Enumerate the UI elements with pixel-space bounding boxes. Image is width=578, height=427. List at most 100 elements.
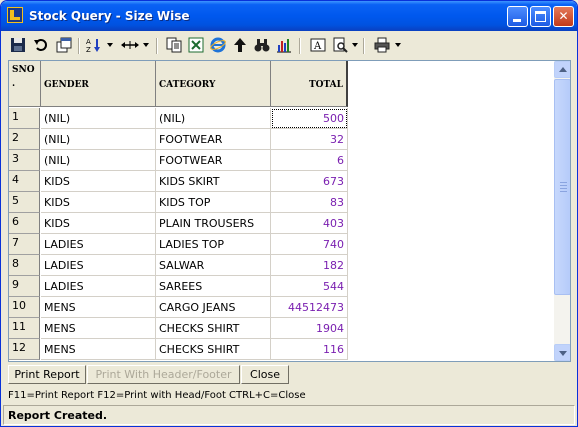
row-number-label: 11 (12, 320, 26, 333)
sort-icon[interactable]: AZ (85, 37, 103, 55)
total-cell[interactable]: 544 (271, 276, 348, 297)
scroll-up-button[interactable] (554, 61, 570, 78)
grip-line (560, 191, 567, 192)
total-cell[interactable]: 673 (271, 171, 348, 192)
category-cell[interactable]: FOOTWEAR (156, 129, 271, 150)
up-arrow-icon[interactable] (231, 37, 249, 55)
total-cell[interactable]: 116 (271, 339, 348, 360)
row-number[interactable]: 6 (9, 213, 40, 234)
category-cell-value: CHECKS SHIRT (159, 322, 240, 335)
total-cell-value: 182 (323, 259, 344, 272)
maximize-button[interactable] (530, 6, 551, 27)
row-number[interactable]: 10 (9, 297, 40, 318)
total-cell[interactable]: 6 (271, 150, 348, 171)
gender-cell[interactable]: KIDS (41, 213, 156, 234)
total-cell[interactable]: 32 (271, 129, 348, 150)
gender-cell[interactable]: LADIES (41, 276, 156, 297)
grip-line (560, 182, 567, 183)
category-cell[interactable]: KIDS TOP (156, 192, 271, 213)
gender-cell[interactable]: LADIES (41, 234, 156, 255)
gender-cell[interactable]: MENS (41, 318, 156, 339)
category-cell[interactable]: PLAIN TROUSERS (156, 213, 271, 234)
gender-cell[interactable]: KIDS (41, 192, 156, 213)
print-report-button[interactable]: Print Report (8, 365, 86, 384)
row-number[interactable]: 11 (9, 318, 40, 339)
vertical-scrollbar[interactable] (554, 61, 570, 361)
total-cell[interactable]: 1904 (271, 318, 348, 339)
row-number-label: 1 (12, 110, 19, 123)
column-width-icon[interactable] (119, 37, 141, 55)
category-cell-value: KIDS TOP (159, 196, 211, 209)
row-number-label: 9 (12, 278, 19, 291)
column-width-dropdown-icon[interactable] (143, 43, 149, 47)
row-number[interactable]: 2 (9, 129, 40, 150)
column-header-gender[interactable]: GENDER (41, 61, 156, 107)
printer-dropdown-icon[interactable] (395, 43, 401, 47)
gender-cell[interactable]: KIDS (41, 171, 156, 192)
category-cell[interactable]: SALWAR (156, 255, 271, 276)
row-number[interactable]: 12 (9, 339, 40, 360)
close-button[interactable]: Close (241, 365, 289, 384)
copy-window-icon[interactable] (55, 37, 73, 55)
column-header-category[interactable]: CATEGORY (156, 61, 271, 107)
category-cell[interactable]: FOOTWEAR (156, 150, 271, 171)
gender-cell-value: MENS (44, 343, 76, 356)
row-number[interactable]: 5 (9, 192, 40, 213)
total-cell-value: 403 (323, 217, 344, 230)
data-grid[interactable]: SNO . GENDER CATEGORY TOTAL 1 (NIL) (NIL) 5… (8, 60, 571, 362)
internet-explorer-icon[interactable] (209, 37, 227, 55)
gender-cell[interactable]: (NIL) (41, 108, 156, 129)
sort-dropdown-icon[interactable] (107, 43, 113, 47)
total-cell[interactable]: 500 (271, 108, 348, 129)
category-cell[interactable]: LADIES TOP (156, 234, 271, 255)
find-icon[interactable] (253, 37, 271, 55)
total-cell[interactable]: 83 (271, 192, 348, 213)
total-cell-value: 116 (323, 343, 344, 356)
copy-icon[interactable] (165, 37, 183, 55)
row-number[interactable]: 8 (9, 255, 40, 276)
minimize-button[interactable] (507, 6, 528, 27)
total-cell[interactable]: 182 (271, 255, 348, 276)
gender-cell[interactable]: LADIES (41, 255, 156, 276)
row-number[interactable]: 9 (9, 276, 40, 297)
print-preview-icon[interactable] (331, 37, 349, 55)
gender-cell-value: LADIES (44, 238, 84, 251)
category-cell[interactable]: CHECKS SHIRT (156, 339, 271, 360)
close-window-button[interactable]: ✕ (553, 6, 574, 27)
chart-icon[interactable] (275, 37, 293, 55)
total-cell[interactable]: 44512473 (271, 297, 348, 318)
gender-cell[interactable]: MENS (41, 297, 156, 318)
scroll-thumb[interactable] (554, 79, 570, 295)
print-with-header-footer-button[interactable]: Print With Header/Footer (87, 365, 240, 384)
column-header-sno[interactable]: SNO . (9, 61, 41, 107)
gender-cell[interactable]: (NIL) (41, 129, 156, 150)
title-bar[interactable]: Stock Query - Size Wise ✕ (1, 1, 577, 31)
gender-cell[interactable]: MENS (41, 339, 156, 360)
category-cell[interactable]: (NIL) (156, 108, 271, 129)
total-cell[interactable]: 403 (271, 213, 348, 234)
font-icon[interactable]: A (309, 37, 327, 55)
category-cell-value: CARGO JEANS (159, 301, 236, 314)
stock-query-window: Stock Query - Size Wise ✕ AZ A SNO . GEN… (0, 0, 578, 427)
total-cell-value: 6 (337, 154, 344, 167)
column-header-total[interactable]: TOTAL (271, 61, 348, 107)
category-cell[interactable]: CARGO JEANS (156, 297, 271, 318)
column-header-label: GENDER (44, 80, 89, 90)
printer-icon[interactable] (373, 37, 391, 55)
category-cell[interactable]: KIDS SKIRT (156, 171, 271, 192)
total-cell[interactable]: 740 (271, 234, 348, 255)
undo-icon[interactable] (32, 37, 50, 55)
excel-icon[interactable] (187, 37, 205, 55)
category-cell[interactable]: SAREES (156, 276, 271, 297)
row-number[interactable]: 7 (9, 234, 40, 255)
gender-cell[interactable]: (NIL) (41, 150, 156, 171)
scroll-down-button[interactable] (554, 344, 570, 361)
row-number[interactable]: 3 (9, 150, 40, 171)
row-number-label: 3 (12, 152, 19, 165)
row-number[interactable]: 4 (9, 171, 40, 192)
save-icon[interactable] (9, 37, 27, 55)
row-number[interactable]: 1 (9, 108, 40, 129)
category-cell[interactable]: CHECKS SHIRT (156, 318, 271, 339)
print-preview-dropdown-icon[interactable] (352, 43, 358, 47)
row-number-label: 7 (12, 236, 19, 249)
